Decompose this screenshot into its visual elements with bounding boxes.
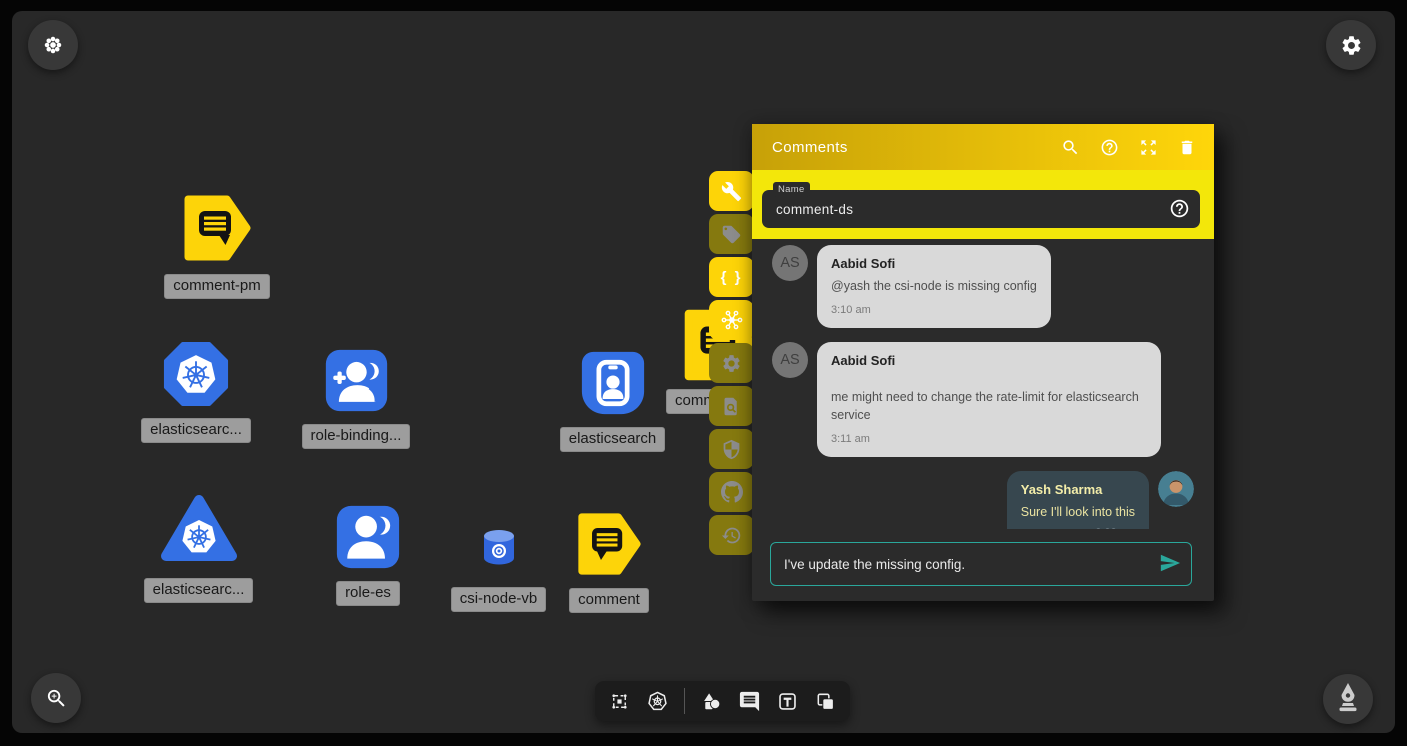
comment-tool-button[interactable]: [738, 690, 761, 713]
gear-icon: [721, 353, 742, 374]
message-text: @yash the csi-node is missing config: [831, 277, 1037, 295]
avatar: AS: [772, 245, 808, 281]
components-icon: [608, 690, 631, 713]
design-canvas[interactable]: comment-pm elasticsearc...: [12, 11, 1395, 733]
components-tool-button[interactable]: [608, 690, 631, 713]
avatar: AS: [772, 342, 808, 378]
node-label: csi-node-vb: [451, 587, 547, 612]
node-label: elasticsearc...: [141, 418, 251, 443]
shield-button[interactable]: [709, 429, 754, 469]
github-button[interactable]: [709, 472, 754, 512]
message-author: Aabid Sofi: [831, 352, 1147, 371]
trash-icon[interactable]: [1178, 138, 1196, 157]
zoom-in-icon: [45, 687, 68, 710]
settings-fab[interactable]: [1326, 20, 1376, 70]
doc-search-button[interactable]: [709, 386, 754, 426]
zoom-fab[interactable]: [31, 673, 81, 723]
node-elasticsearch-serviceaccount[interactable]: elasticsearch: [560, 350, 665, 452]
message-text: me might need to change the rate-limit f…: [831, 388, 1147, 424]
node-label: comment: [569, 588, 649, 613]
history-button[interactable]: [709, 515, 754, 555]
mesh-asterisk-icon: [720, 308, 744, 332]
shapes-tool-button[interactable]: [700, 690, 723, 713]
node-csi-node-vb[interactable]: csi-node-vb: [445, 529, 552, 612]
kubernetes-triangle-icon: [160, 493, 238, 567]
app-logo-button[interactable]: [28, 20, 78, 70]
help-icon[interactable]: [1100, 138, 1119, 157]
tag-icon: [721, 224, 742, 245]
chat-input-wrap: [770, 542, 1192, 586]
kubernetes-tool-button[interactable]: [646, 690, 669, 713]
node-label: elasticsearc...: [144, 578, 254, 603]
node-label: role-binding...: [302, 424, 411, 449]
message-time: 3:22 am: [1021, 526, 1135, 529]
help-icon[interactable]: [1169, 198, 1190, 219]
braces-button[interactable]: { }: [709, 257, 754, 297]
storage-cylinder-icon: [481, 529, 517, 567]
node-comment[interactable]: comment: [568, 511, 650, 613]
node-label: role-es: [336, 581, 400, 606]
node-elasticsearch-triangle[interactable]: elasticsearc...: [146, 493, 251, 603]
node-role-binding[interactable]: role-binding...: [300, 348, 412, 449]
message-bubble: Aabid Sofi @yash the csi-node is missing…: [817, 245, 1051, 328]
chat-input[interactable]: [771, 543, 1191, 585]
node-comment-pm[interactable]: comment-pm: [162, 193, 272, 299]
media-tool-button[interactable]: [814, 690, 837, 713]
message-author: Aabid Sofi: [831, 255, 1037, 274]
node-role-es[interactable]: role-es: [322, 504, 414, 606]
github-icon: [721, 481, 743, 503]
message-bubble: Yash Sharma Sure I'll look into this 3:2…: [1007, 471, 1149, 529]
toolbar-divider: [684, 688, 685, 714]
service-account-icon: [580, 350, 646, 416]
braces-icon: { }: [721, 269, 743, 286]
message-row: Yash Sharma Sure I'll look into this 3:2…: [752, 471, 1214, 529]
mesh-button[interactable]: [709, 300, 754, 340]
comment-node-icon: [182, 193, 252, 263]
doc-search-icon: [721, 396, 742, 417]
panel-title: Comments: [772, 139, 1061, 156]
kubernetes-octagon-icon: [163, 341, 229, 407]
role-binding-icon: [324, 348, 389, 413]
name-input[interactable]: [762, 190, 1200, 228]
text-tool-button[interactable]: [776, 690, 799, 713]
role-icon: [335, 504, 401, 570]
history-icon: [721, 525, 742, 546]
pen-fab[interactable]: [1323, 674, 1373, 724]
comment-icon: [738, 690, 761, 713]
tag-button[interactable]: [709, 214, 754, 254]
message-text: Sure I'll look into this: [1021, 503, 1135, 521]
node-elasticsearch-octagon[interactable]: elasticsearc...: [144, 341, 248, 443]
comments-panel: Comments Name AS Aabid Sofi @yash the cs…: [752, 124, 1214, 601]
media-icon: [814, 690, 837, 713]
wrench-button[interactable]: [709, 171, 754, 211]
messages-list[interactable]: AS Aabid Sofi @yash the csi-node is miss…: [752, 239, 1214, 529]
send-icon[interactable]: [1159, 552, 1181, 574]
search-icon[interactable]: [1061, 138, 1080, 157]
meshery-logo-icon: [42, 34, 64, 56]
bottom-toolbar: [595, 681, 850, 721]
message-time: 3:11 am: [831, 432, 1147, 448]
message-row: AS Aabid Sofi @yash the csi-node is miss…: [752, 245, 1214, 328]
avatar-photo: [1158, 471, 1194, 507]
settings-button[interactable]: [709, 343, 754, 383]
shield-icon: [721, 439, 742, 460]
comments-panel-header[interactable]: Comments: [752, 124, 1214, 170]
comment-node-icon: [576, 511, 642, 577]
node-label: elasticsearch: [560, 427, 666, 452]
gear-icon: [1340, 34, 1363, 57]
expand-icon[interactable]: [1139, 138, 1158, 157]
shapes-icon: [700, 690, 723, 713]
pen-nib-icon: [1323, 674, 1373, 724]
name-field-block: Name: [752, 170, 1214, 239]
node-context-toolbar: { }: [709, 171, 754, 555]
message-bubble: Aabid Sofi me might need to change the r…: [817, 342, 1161, 457]
text-icon: [776, 690, 799, 713]
wrench-icon: [721, 181, 742, 202]
message-time: 3:10 am: [831, 303, 1037, 319]
node-label: comment-pm: [164, 274, 270, 299]
kubernetes-icon: [646, 690, 669, 713]
message-author: Yash Sharma: [1021, 481, 1135, 500]
message-row: AS Aabid Sofi me might need to change th…: [752, 342, 1214, 457]
